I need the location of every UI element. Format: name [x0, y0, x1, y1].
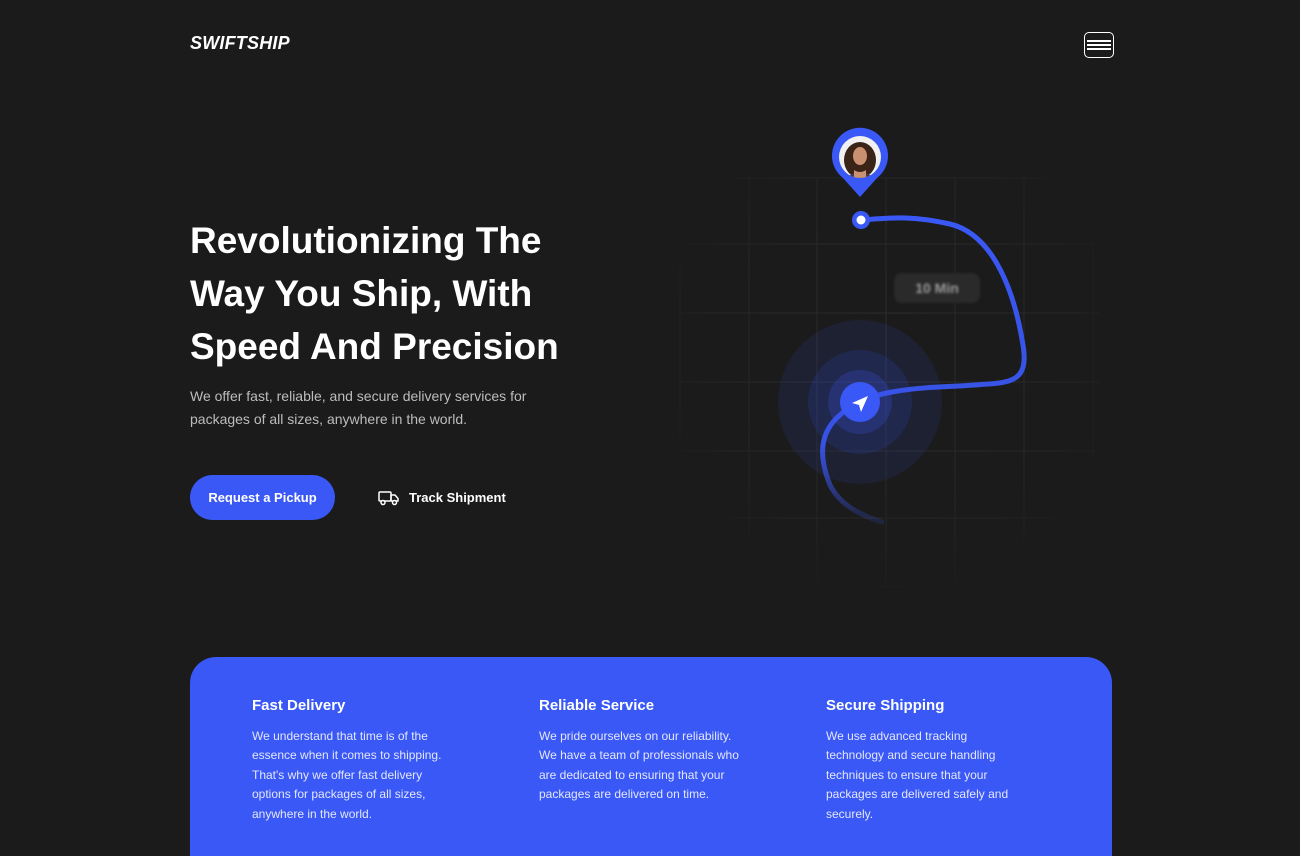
- feature-title: Fast Delivery: [252, 697, 346, 714]
- feature-description-line: essence when it comes to shipping.: [252, 748, 442, 763]
- eta-badge: 10 Min: [894, 273, 980, 303]
- hamburger-line: [1087, 44, 1111, 46]
- feature-description-line: options for packages of all sizes,: [252, 787, 426, 802]
- hamburger-menu-icon: [1087, 40, 1111, 42]
- hero-subtitle: We offer fast, reliable, and secure deli…: [190, 385, 570, 431]
- feature-description: We use advanced tracking technology and …: [826, 727, 1046, 824]
- feature-fast-delivery: Fast Delivery We understand that time is…: [252, 696, 472, 824]
- hero-title-line: Way You Ship, With: [190, 273, 533, 314]
- location-pin-avatar-icon: [832, 127, 888, 197]
- logo[interactable]: SWIFTSHIP: [190, 33, 290, 54]
- feature-reliable-service: Reliable Service We pride ourselves on o…: [539, 696, 759, 805]
- feature-description-line: packages are delivered on time.: [539, 787, 710, 802]
- feature-description-line: That's why we offer fast delivery: [252, 767, 423, 782]
- feature-description-line: anywhere in the world.: [252, 806, 373, 821]
- feature-description-line: packages are delivered safely and: [826, 787, 1009, 802]
- feature-description-line: technology and secure handling: [826, 748, 996, 763]
- feature-description-line: securely.: [826, 806, 874, 821]
- truck-icon: [378, 490, 399, 505]
- hero-title-line: Revolutionizing The: [190, 220, 542, 261]
- hero-title-line: Speed And Precision: [190, 326, 559, 367]
- feature-title: Reliable Service: [539, 697, 655, 714]
- menu-button[interactable]: [1084, 32, 1114, 58]
- page: SWIFTSHIP Revolutionizing The Way You Sh…: [0, 0, 1300, 856]
- features-panel: Fast Delivery We understand that time is…: [190, 657, 1112, 856]
- feature-description: We pride ourselves on our reliability. W…: [539, 727, 759, 805]
- feature-description-line: We understand that time is of the: [252, 729, 428, 743]
- hero-subtitle-line: packages of all sizes, anywhere in the w…: [190, 411, 468, 427]
- feature-description-line: are dedicated to ensuring that your: [539, 767, 725, 782]
- track-shipment-button[interactable]: Track Shipment: [378, 475, 506, 520]
- request-pickup-button[interactable]: Request a Pickup: [190, 475, 335, 520]
- hero-title: Revolutionizing The Way You Ship, With S…: [190, 214, 610, 373]
- hamburger-line: [1087, 48, 1111, 50]
- feature-secure-shipping: Secure Shipping We use advanced tracking…: [826, 696, 1046, 824]
- feature-description-line: We use advanced tracking: [826, 729, 968, 743]
- feature-description-line: We pride ourselves on our reliability.: [539, 729, 732, 743]
- feature-description: We understand that time is of the essenc…: [252, 727, 472, 824]
- delivery-route-map: [679, 127, 1100, 588]
- feature-description-line: We have a team of professionals who: [539, 748, 739, 763]
- feature-description-line: techniques to ensure that your: [826, 767, 988, 782]
- track-shipment-label: Track Shipment: [409, 490, 506, 505]
- hero-subtitle-line: We offer fast, reliable, and secure deli…: [190, 388, 527, 404]
- route-start-dot-center: [856, 215, 866, 225]
- feature-title: Secure Shipping: [826, 697, 945, 714]
